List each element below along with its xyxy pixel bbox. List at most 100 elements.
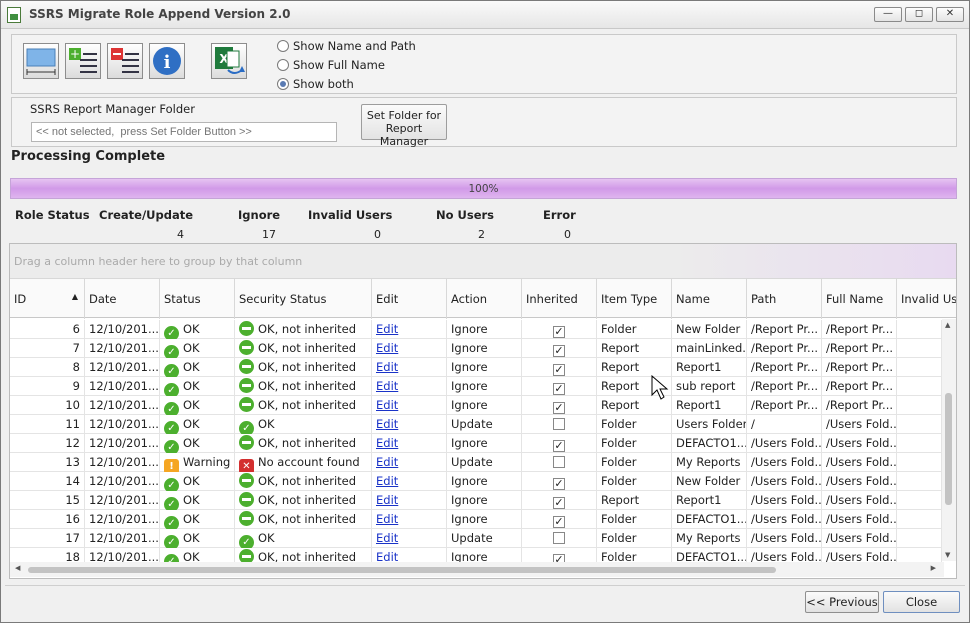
- scroll-right-icon[interactable]: ▶: [931, 564, 936, 572]
- inherited-checkbox[interactable]: [553, 456, 565, 468]
- table-row[interactable]: 11 12/10/201... ✓ OK ✓ OK Edit Update Folder User…: [10, 415, 942, 434]
- table-cell: [897, 339, 942, 358]
- not-inherited-icon: [239, 473, 254, 488]
- inherited-checkbox[interactable]: ✓: [553, 478, 565, 490]
- inherited-checkbox[interactable]: ✓: [553, 497, 565, 509]
- previous-button[interactable]: << Previous: [805, 591, 879, 613]
- table-cell: 12/10/201...: [85, 472, 160, 491]
- role-status-label: Role Status: [15, 208, 90, 222]
- edit-link[interactable]: Edit: [376, 322, 398, 336]
- column-header-action[interactable]: Action: [447, 279, 522, 319]
- table-cell: DEFACTO1...: [672, 510, 747, 529]
- inherited-checkbox[interactable]: [553, 532, 565, 544]
- horizontal-scroll-thumb[interactable]: [28, 567, 776, 573]
- radio-show-full-name[interactable]: Show Full Name: [277, 58, 385, 72]
- column-header-invalid-user[interactable]: Invalid User: [897, 279, 956, 319]
- edit-link[interactable]: Edit: [376, 436, 398, 450]
- column-header-path[interactable]: Path: [747, 279, 822, 319]
- radio-dot[interactable]: [277, 59, 289, 71]
- minimize-button[interactable]: —: [874, 7, 902, 22]
- edit-link[interactable]: Edit: [376, 379, 398, 393]
- folder-input[interactable]: [31, 122, 337, 142]
- column-header-id[interactable]: ID ▲: [10, 279, 85, 319]
- check-icon: ✓: [164, 497, 179, 510]
- inherited-checkbox[interactable]: ✓: [553, 440, 565, 452]
- maximize-button[interactable]: ◻: [905, 7, 933, 22]
- column-header-inherited[interactable]: Inherited: [522, 279, 597, 319]
- add-rows-button[interactable]: +: [65, 43, 101, 79]
- close-button[interactable]: Close: [883, 591, 960, 613]
- table-cell: Folder: [597, 529, 672, 548]
- edit-link[interactable]: Edit: [376, 531, 398, 545]
- edit-link[interactable]: Edit: [376, 417, 398, 431]
- cell-full-name: /Users Fold...: [826, 455, 897, 469]
- inherited-checkbox[interactable]: ✓: [553, 345, 565, 357]
- info-button[interactable]: i: [149, 43, 185, 79]
- cell-action: Update: [451, 417, 493, 431]
- edit-link[interactable]: Edit: [376, 512, 398, 526]
- scroll-up-icon[interactable]: ▲: [945, 321, 950, 329]
- table-cell: OK, not inherited: [235, 396, 372, 415]
- column-header-name[interactable]: Name: [672, 279, 747, 319]
- edit-link[interactable]: Edit: [376, 493, 398, 507]
- group-by-bar[interactable]: Drag a column header here to group by th…: [10, 244, 956, 278]
- scroll-left-icon[interactable]: ◀: [15, 564, 20, 572]
- table-row[interactable]: 14 12/10/201... ✓ OK OK, not inherited Edit Ig…: [10, 472, 942, 491]
- inherited-checkbox[interactable]: ✓: [553, 516, 565, 528]
- column-header-edit[interactable]: Edit: [372, 279, 447, 319]
- inherited-checkbox[interactable]: ✓: [553, 402, 565, 414]
- table-cell: Edit: [372, 415, 447, 434]
- table-cell: Ignore: [447, 472, 522, 491]
- cell-status: OK: [183, 360, 200, 374]
- column-header-date[interactable]: Date: [85, 279, 160, 319]
- table-row[interactable]: 6 12/10/201... ✓ OK OK, not inherited Edit Ign…: [10, 320, 942, 339]
- table-row[interactable]: 8 12/10/201... ✓ OK OK, not inherited Edit Ign…: [10, 358, 942, 377]
- set-folder-button[interactable]: Set Folder for Report Manager: [361, 104, 447, 148]
- column-header-status[interactable]: Status: [160, 279, 235, 319]
- edit-link[interactable]: Edit: [376, 474, 398, 488]
- table-cell: Ignore: [447, 377, 522, 396]
- inherited-checkbox[interactable]: ✓: [553, 383, 565, 395]
- radio-show-both[interactable]: Show both: [277, 77, 354, 91]
- check-icon: ✓: [164, 383, 179, 396]
- cell-date: 12/10/201...: [89, 531, 159, 545]
- table-row[interactable]: 16 12/10/201... ✓ OK OK, not inherited Edit Ig…: [10, 510, 942, 529]
- edit-link[interactable]: Edit: [376, 341, 398, 355]
- table-row[interactable]: 12 12/10/201... ✓ OK OK, not inherited Edit Ig…: [10, 434, 942, 453]
- table-row[interactable]: 15 12/10/201... ✓ OK OK, not inherited Edit Ig…: [10, 491, 942, 510]
- inherited-checkbox[interactable]: ✓: [553, 326, 565, 338]
- table-cell: 7: [10, 339, 85, 358]
- table-row[interactable]: 7 12/10/201... ✓ OK OK, not inherited Edit Ign…: [10, 339, 942, 358]
- table-cell: /Users Fold...: [822, 472, 897, 491]
- cell-full-name: /Users Fold...: [826, 436, 897, 450]
- inherited-checkbox[interactable]: ✓: [553, 364, 565, 376]
- column-width-button[interactable]: [23, 43, 59, 79]
- radio-show-name-path[interactable]: Show Name and Path: [277, 39, 416, 53]
- excel-export-button[interactable]: X: [211, 43, 247, 79]
- table-cell: Edit: [372, 320, 447, 339]
- radio-dot-selected[interactable]: [277, 78, 289, 90]
- table-row[interactable]: 10 12/10/201... ✓ OK OK, not inherited Edit Ig…: [10, 396, 942, 415]
- edit-link[interactable]: Edit: [376, 360, 398, 374]
- table-row[interactable]: 9 12/10/201... ✓ OK OK, not inherited Edit Ign…: [10, 377, 942, 396]
- stat-value: 0: [374, 228, 381, 241]
- column-header-item-type[interactable]: Item Type: [597, 279, 672, 319]
- remove-rows-button[interactable]: [107, 43, 143, 79]
- inherited-checkbox[interactable]: [553, 418, 565, 430]
- not-inherited-icon: [239, 511, 254, 526]
- column-header-full-name[interactable]: Full Name: [822, 279, 897, 319]
- close-window-button[interactable]: ✕: [936, 7, 964, 22]
- scroll-down-icon[interactable]: ▼: [945, 551, 950, 559]
- edit-link[interactable]: Edit: [376, 455, 398, 469]
- table-row[interactable]: 13 12/10/201...! Warning ✕ No account found E…: [10, 453, 942, 472]
- check-icon: ✓: [164, 440, 179, 453]
- column-header-security-status[interactable]: Security Status: [235, 279, 372, 319]
- table-cell: 8: [10, 358, 85, 377]
- edit-link[interactable]: Edit: [376, 398, 398, 412]
- vertical-scroll-thumb[interactable]: [945, 393, 952, 505]
- radio-label: Show Name and Path: [293, 39, 416, 53]
- radio-dot[interactable]: [277, 40, 289, 52]
- check-icon: ✓: [164, 421, 179, 434]
- table-row[interactable]: 17 12/10/201... ✓ OK ✓ OK Edit Update Folder My R…: [10, 529, 942, 548]
- stat-value: 0: [564, 228, 571, 241]
